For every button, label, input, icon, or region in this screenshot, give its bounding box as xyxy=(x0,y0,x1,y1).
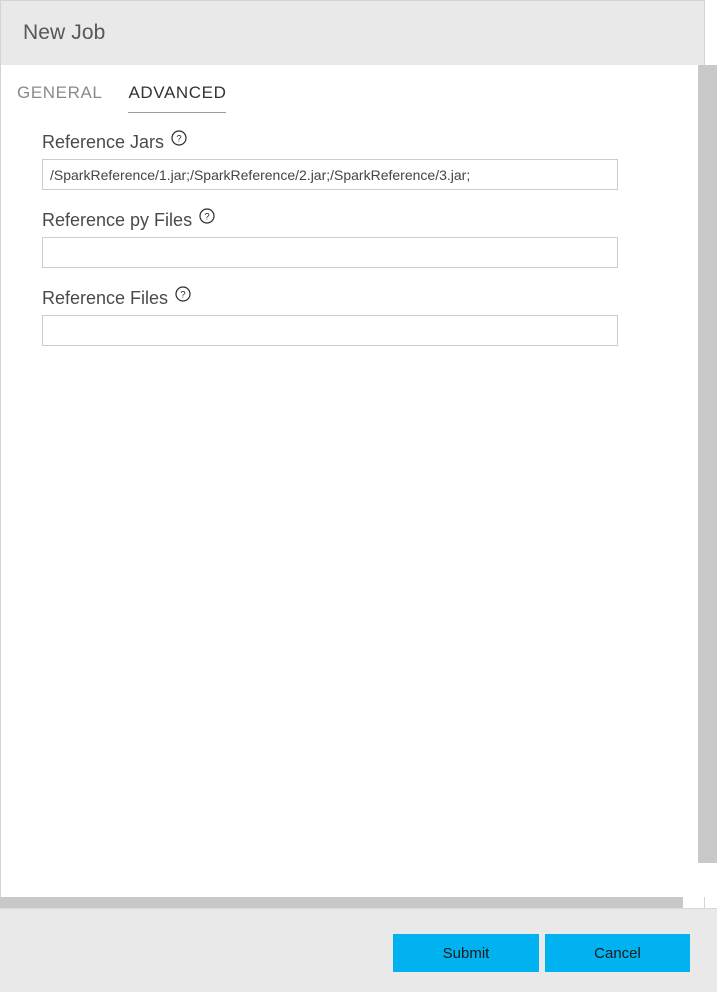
dialog-content: GENERAL ADVANCED Reference Jars ? /Spark… xyxy=(0,65,705,908)
dialog-titlebar: New Job xyxy=(0,0,705,65)
page-title: New Job xyxy=(23,21,106,44)
tab-bar: GENERAL ADVANCED xyxy=(1,79,227,113)
label-text: Reference Jars xyxy=(42,132,165,152)
vertical-scrollbar-thumb[interactable] xyxy=(698,65,717,863)
horizontal-scrollbar[interactable] xyxy=(0,897,698,908)
help-circle-icon[interactable]: ? xyxy=(199,208,215,224)
tab-general[interactable]: GENERAL xyxy=(17,83,102,113)
new-job-dialog: New Job GENERAL ADVANCED Reference Jars … xyxy=(0,0,717,992)
field-reference-py-files: Reference py Files ? xyxy=(42,208,618,268)
field-reference-jars: Reference Jars ? xyxy=(42,130,618,190)
help-circle-icon[interactable]: ? xyxy=(171,130,187,146)
field-label-reference-files: Reference Files ? xyxy=(42,286,618,308)
reference-jars-input[interactable] xyxy=(42,159,618,190)
label-text: Reference py Files xyxy=(42,210,193,230)
cancel-button[interactable]: Cancel xyxy=(545,934,690,972)
field-reference-files: Reference Files ? xyxy=(42,286,618,346)
label-text: Reference Files xyxy=(42,288,169,308)
field-label-reference-py-files: Reference py Files ? xyxy=(42,208,618,230)
horizontal-scrollbar-thumb[interactable] xyxy=(0,897,683,908)
svg-text:?: ? xyxy=(176,134,181,145)
reference-py-files-input[interactable] xyxy=(42,237,618,268)
vertical-scrollbar[interactable] xyxy=(698,65,717,897)
dialog-footer: Submit Cancel xyxy=(0,908,717,992)
svg-text:?: ? xyxy=(180,290,185,301)
help-circle-icon[interactable]: ? xyxy=(175,286,191,302)
field-label-reference-jars: Reference Jars ? xyxy=(42,130,618,152)
submit-button[interactable]: Submit xyxy=(393,934,539,972)
svg-text:?: ? xyxy=(204,212,209,223)
tab-advanced[interactable]: ADVANCED xyxy=(128,83,227,113)
advanced-settings-form: Reference Jars ? Reference py Files xyxy=(42,130,618,367)
reference-files-input[interactable] xyxy=(42,315,618,346)
